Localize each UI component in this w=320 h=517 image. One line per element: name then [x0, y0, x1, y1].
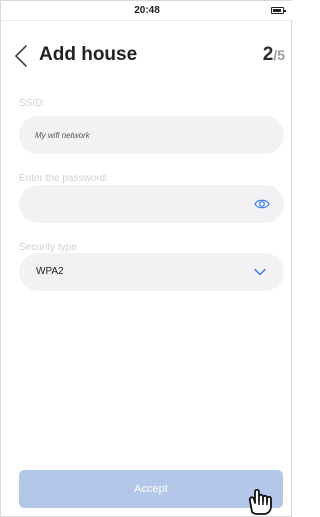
screen-frame: 20:48 Add house 2/5 SSID: Enter the pass… [0, 0, 293, 517]
chevron-left-icon[interactable] [11, 43, 33, 69]
password-label: Enter the password: [19, 173, 108, 184]
step-current: 2 [262, 44, 274, 65]
header: Add house 2/5 [1, 39, 293, 73]
step-total: /5 [273, 47, 285, 63]
password-input[interactable] [19, 185, 244, 223]
security-type-label: Security type [19, 242, 77, 253]
ssid-label: SSID: [19, 98, 46, 109]
battery-icon [271, 7, 286, 14]
security-type-value: WPA2 [36, 266, 64, 277]
ssid-input[interactable] [19, 116, 244, 154]
accept-button[interactable]: Accept [19, 470, 283, 508]
ssid-field[interactable] [19, 116, 284, 154]
security-type-select[interactable]: WPA2 [19, 253, 284, 291]
eye-icon[interactable] [254, 197, 270, 211]
status-bar: 20:48 [1, 1, 293, 21]
password-field[interactable] [19, 185, 284, 223]
chevron-down-icon [254, 268, 266, 276]
status-time: 20:48 [134, 5, 160, 16]
pointing-hand-icon [248, 488, 272, 515]
step-indicator: 2/5 [263, 44, 285, 66]
page-title: Add house [39, 44, 138, 65]
